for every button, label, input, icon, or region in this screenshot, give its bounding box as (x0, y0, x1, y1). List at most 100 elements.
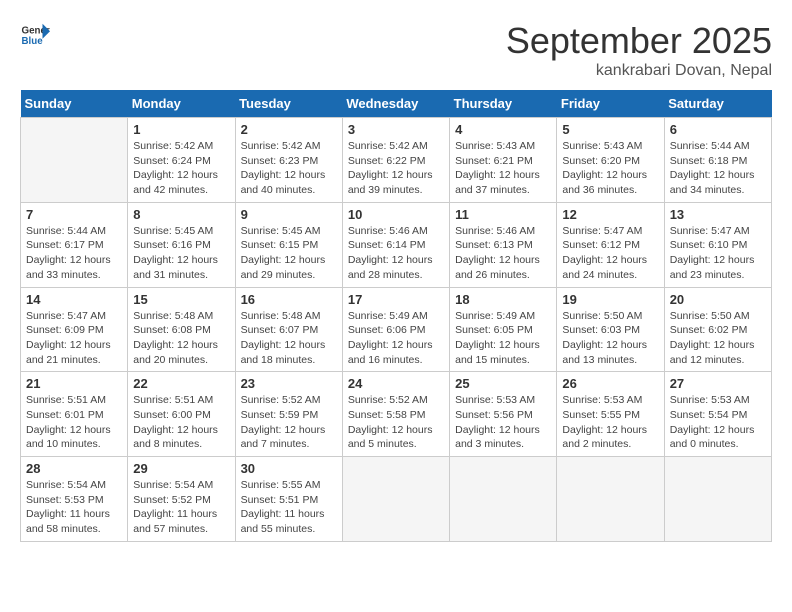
week-row-3: 14 Sunrise: 5:47 AMSunset: 6:09 PMDayligh… (21, 287, 772, 372)
calendar-cell (342, 457, 449, 542)
title-block: September 2025 kankrabari Dovan, Nepal (506, 20, 772, 80)
calendar-cell: 11Sunrise: 5:46 AMSunset: 6:13 PMDayligh… (450, 202, 557, 287)
calendar-cell: 26Sunrise: 5:53 AMSunset: 5:55 PMDayligh… (557, 372, 664, 457)
day-info: Sunrise: 5:43 AMSunset: 6:21 PMDaylight:… (455, 139, 551, 198)
day-number: 10 (348, 207, 444, 222)
weekday-header-saturday: Saturday (664, 90, 771, 118)
day-number: 22 (133, 376, 229, 391)
day-number: 4 (455, 122, 551, 137)
day-number: 28 (26, 461, 122, 476)
calendar-cell: 21 Sunrise: 5:51 AMSunset: 6:01 PMDayligh… (21, 372, 128, 457)
day-number: 21 (26, 376, 122, 391)
day-number: 16 (241, 292, 337, 307)
calendar-cell: 18 Sunrise: 5:49 AMSunset: 6:05 PMDayligh… (450, 287, 557, 372)
day-info: Sunrise: 5:48 AMSunset: 6:07 PMDaylight:… (241, 309, 337, 368)
calendar-cell: 14 Sunrise: 5:47 AMSunset: 6:09 PMDayligh… (21, 287, 128, 372)
calendar-cell: 7 Sunrise: 5:44 AMSunset: 6:17 PMDaylight… (21, 202, 128, 287)
calendar-cell: 3 Sunrise: 5:42 AMSunset: 6:22 PMDaylight… (342, 118, 449, 203)
day-info: Sunrise: 5:43 AMSunset: 6:20 PMDaylight:… (562, 139, 658, 198)
day-number: 18 (455, 292, 551, 307)
calendar-cell (557, 457, 664, 542)
day-info: Sunrise: 5:51 AMSunset: 6:00 PMDaylight:… (133, 393, 229, 452)
week-row-5: 28 Sunrise: 5:54 AMSunset: 5:53 PMDayligh… (21, 457, 772, 542)
week-row-4: 21 Sunrise: 5:51 AMSunset: 6:01 PMDayligh… (21, 372, 772, 457)
weekday-header-tuesday: Tuesday (235, 90, 342, 118)
svg-text:Blue: Blue (22, 36, 44, 47)
day-number: 19 (562, 292, 658, 307)
calendar-cell: 17 Sunrise: 5:49 AMSunset: 6:06 PMDayligh… (342, 287, 449, 372)
weekday-header-monday: Monday (128, 90, 235, 118)
day-number: 24 (348, 376, 444, 391)
calendar-cell (450, 457, 557, 542)
calendar-cell: 28 Sunrise: 5:54 AMSunset: 5:53 PMDayligh… (21, 457, 128, 542)
day-info: Sunrise: 5:50 AMSunset: 6:03 PMDaylight:… (562, 309, 658, 368)
day-info: Sunrise: 5:53 AMSunset: 5:56 PMDaylight:… (455, 393, 551, 452)
calendar-cell: 30Sunrise: 5:55 AMSunset: 5:51 PMDayligh… (235, 457, 342, 542)
day-info: Sunrise: 5:52 AMSunset: 5:59 PMDaylight:… (241, 393, 337, 452)
day-info: Sunrise: 5:47 AMSunset: 6:09 PMDaylight:… (26, 309, 122, 368)
calendar-cell: 24 Sunrise: 5:52 AMSunset: 5:58 PMDayligh… (342, 372, 449, 457)
week-row-1: 1Sunrise: 5:42 AMSunset: 6:24 PMDaylight… (21, 118, 772, 203)
calendar-cell: 16 Sunrise: 5:48 AMSunset: 6:07 PMDayligh… (235, 287, 342, 372)
day-number: 17 (348, 292, 444, 307)
weekday-header-friday: Friday (557, 90, 664, 118)
day-number: 9 (241, 207, 337, 222)
calendar-cell: 4 Sunrise: 5:43 AMSunset: 6:21 PMDaylight… (450, 118, 557, 203)
day-number: 12 (562, 207, 658, 222)
day-info: Sunrise: 5:51 AMSunset: 6:01 PMDaylight:… (26, 393, 122, 452)
weekday-header-thursday: Thursday (450, 90, 557, 118)
calendar-cell: 2 Sunrise: 5:42 AMSunset: 6:23 PMDaylight… (235, 118, 342, 203)
day-number: 23 (241, 376, 337, 391)
day-number: 29 (133, 461, 229, 476)
day-info: Sunrise: 5:53 AMSunset: 5:54 PMDaylight:… (670, 393, 766, 452)
day-info: Sunrise: 5:46 AMSunset: 6:13 PMDaylight:… (455, 224, 551, 283)
calendar-cell: 15Sunrise: 5:48 AMSunset: 6:08 PMDayligh… (128, 287, 235, 372)
day-number: 1 (133, 122, 229, 137)
day-info: Sunrise: 5:42 AMSunset: 6:22 PMDaylight:… (348, 139, 444, 198)
day-info: Sunrise: 5:53 AMSunset: 5:55 PMDaylight:… (562, 393, 658, 452)
calendar-cell: 23 Sunrise: 5:52 AMSunset: 5:59 PMDayligh… (235, 372, 342, 457)
calendar-cell: 8 Sunrise: 5:45 AMSunset: 6:16 PMDaylight… (128, 202, 235, 287)
calendar-cell: 29 Sunrise: 5:54 AMSunset: 5:52 PMDayligh… (128, 457, 235, 542)
day-number: 25 (455, 376, 551, 391)
day-info: Sunrise: 5:42 AMSunset: 6:23 PMDaylight:… (241, 139, 337, 198)
day-info: Sunrise: 5:45 AMSunset: 6:16 PMDaylight:… (133, 224, 229, 283)
calendar-cell: 9 Sunrise: 5:45 AMSunset: 6:15 PMDaylight… (235, 202, 342, 287)
day-number: 3 (348, 122, 444, 137)
day-info: Sunrise: 5:54 AMSunset: 5:53 PMDaylight:… (26, 478, 122, 537)
day-number: 14 (26, 292, 122, 307)
calendar-cell: 1Sunrise: 5:42 AMSunset: 6:24 PMDaylight… (128, 118, 235, 203)
day-number: 8 (133, 207, 229, 222)
day-info: Sunrise: 5:54 AMSunset: 5:52 PMDaylight:… (133, 478, 229, 537)
calendar-table: SundayMondayTuesdayWednesdayThursdayFrid… (20, 90, 772, 542)
calendar-cell: 12 Sunrise: 5:47 AMSunset: 6:12 PMDayligh… (557, 202, 664, 287)
month-title: September 2025 (506, 20, 772, 62)
day-number: 20 (670, 292, 766, 307)
day-info: Sunrise: 5:47 AMSunset: 6:12 PMDaylight:… (562, 224, 658, 283)
calendar-cell: 6Sunrise: 5:44 AMSunset: 6:18 PMDaylight… (664, 118, 771, 203)
calendar-cell: 22 Sunrise: 5:51 AMSunset: 6:00 PMDayligh… (128, 372, 235, 457)
day-info: Sunrise: 5:47 AMSunset: 6:10 PMDaylight:… (670, 224, 766, 283)
day-info: Sunrise: 5:49 AMSunset: 6:06 PMDaylight:… (348, 309, 444, 368)
day-number: 27 (670, 376, 766, 391)
calendar-cell: 25 Sunrise: 5:53 AMSunset: 5:56 PMDayligh… (450, 372, 557, 457)
day-number: 6 (670, 122, 766, 137)
day-info: Sunrise: 5:52 AMSunset: 5:58 PMDaylight:… (348, 393, 444, 452)
logo-icon: General Blue (20, 20, 50, 50)
day-info: Sunrise: 5:49 AMSunset: 6:05 PMDaylight:… (455, 309, 551, 368)
page-header: General Blue September 2025 kankrabari D… (20, 20, 772, 80)
day-info: Sunrise: 5:45 AMSunset: 6:15 PMDaylight:… (241, 224, 337, 283)
calendar-cell (21, 118, 128, 203)
calendar-cell: 27 Sunrise: 5:53 AMSunset: 5:54 PMDayligh… (664, 372, 771, 457)
weekday-header-row: SundayMondayTuesdayWednesdayThursdayFrid… (21, 90, 772, 118)
day-number: 30 (241, 461, 337, 476)
calendar-cell: 10Sunrise: 5:46 AMSunset: 6:14 PMDayligh… (342, 202, 449, 287)
calendar-cell: 19 Sunrise: 5:50 AMSunset: 6:03 PMDayligh… (557, 287, 664, 372)
day-info: Sunrise: 5:44 AMSunset: 6:17 PMDaylight:… (26, 224, 122, 283)
location-subtitle: kankrabari Dovan, Nepal (506, 62, 772, 80)
weekday-header-wednesday: Wednesday (342, 90, 449, 118)
day-number: 2 (241, 122, 337, 137)
day-number: 7 (26, 207, 122, 222)
day-number: 15 (133, 292, 229, 307)
weekday-header-sunday: Sunday (21, 90, 128, 118)
